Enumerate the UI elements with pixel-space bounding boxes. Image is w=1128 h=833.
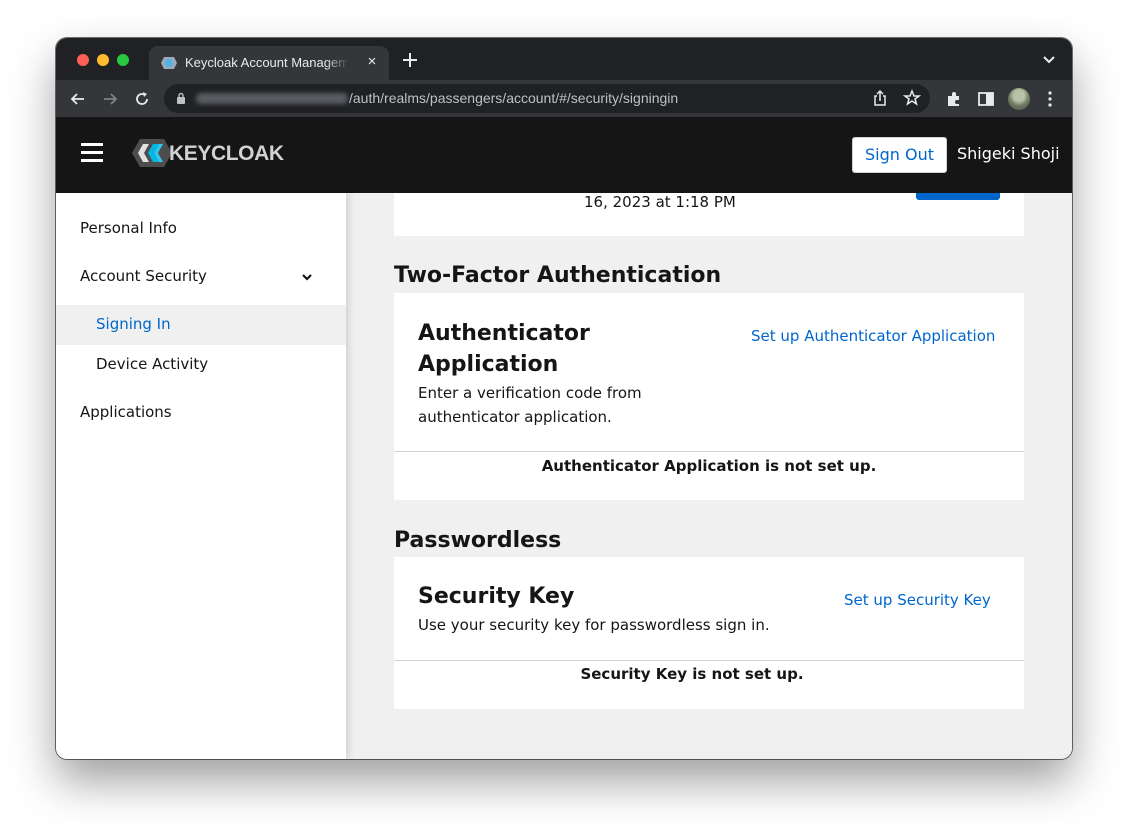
url-host-blurred: [196, 93, 348, 104]
update-password-button[interactable]: [916, 193, 1000, 200]
reload-icon[interactable]: [132, 89, 152, 109]
security-key-card: Security Key Use your security key for p…: [394, 557, 1024, 709]
share-icon[interactable]: [870, 88, 890, 108]
setup-security-key-link[interactable]: Set up Security Key: [844, 591, 991, 609]
forward-arrow-icon[interactable]: [100, 89, 120, 109]
passwordless-section-title: Passwordless: [394, 528, 562, 553]
extensions-puzzle-icon[interactable]: [944, 89, 964, 109]
authenticator-title: Authenticator Application: [418, 321, 590, 377]
password-card: 16, 2023 at 1:18 PM: [394, 193, 1024, 236]
bookmark-star-icon[interactable]: [902, 88, 922, 108]
sidebar-nav: Personal Info Account Security Signing I…: [56, 193, 346, 759]
security-key-status: Security Key is not set up.: [580, 665, 804, 683]
setup-authenticator-link[interactable]: Set up Authenticator Application: [751, 327, 995, 345]
logo-text: KEYCLOAK: [169, 142, 284, 165]
sidebar-item-applications[interactable]: Applications: [80, 403, 172, 421]
sidebar-item-account-security[interactable]: Account Security: [80, 267, 207, 285]
address-bar[interactable]: /auth/realms/passengers/account/#/securi…: [164, 84, 930, 113]
authenticator-card: Authenticator Application Enter a verifi…: [394, 293, 1024, 500]
browser-tab[interactable]: Keycloak Account Management ×: [149, 46, 389, 80]
new-tab-icon[interactable]: [401, 51, 419, 69]
sidebar-item-personal-info[interactable]: Personal Info: [80, 219, 177, 237]
tab-bar: Keycloak Account Management ×: [56, 38, 1072, 80]
lock-icon: [177, 92, 185, 104]
browser-window: Keycloak Account Management ×: [56, 38, 1072, 759]
two-factor-section-title: Two-Factor Authentication: [394, 263, 722, 288]
app-header: KEYCLOAK Sign Out Shigeki Shoji: [56, 117, 1072, 193]
main-content: 16, 2023 at 1:18 PM Two-Factor Authentic…: [346, 193, 1072, 759]
profile-avatar[interactable]: [1008, 88, 1030, 110]
back-arrow-icon[interactable]: [68, 89, 88, 109]
security-key-description: Use your security key for passwordless s…: [418, 616, 770, 634]
url-path: /auth/realms/passengers/account/#/securi…: [349, 90, 679, 106]
kebab-menu-icon[interactable]: [1040, 89, 1060, 109]
tab-close-icon[interactable]: ×: [364, 54, 380, 70]
user-name: Shigeki Shoji: [957, 144, 1060, 163]
tab-title: Keycloak Account Management: [185, 55, 347, 70]
keycloak-logo-icon: [132, 139, 172, 167]
authenticator-description: Enter a verification code from authentic…: [418, 384, 642, 426]
security-key-title: Security Key: [418, 584, 575, 609]
chevron-down-icon[interactable]: [301, 271, 313, 283]
authenticator-status: Authenticator Application is not set up.: [541, 457, 877, 475]
hamburger-menu-icon[interactable]: [81, 143, 103, 165]
sidebar-item-signing-in[interactable]: Signing In: [96, 315, 171, 333]
sign-out-button[interactable]: Sign Out: [852, 137, 947, 173]
browser-toolbar: /auth/realms/passengers/account/#/securi…: [56, 80, 1072, 117]
maximize-window-button[interactable]: [117, 54, 129, 66]
keycloak-favicon-icon: [161, 57, 177, 69]
close-window-button[interactable]: [77, 54, 89, 66]
minimize-window-button[interactable]: [97, 54, 109, 66]
side-panel-icon[interactable]: [976, 89, 996, 109]
tab-search-chevron-icon[interactable]: [1042, 55, 1056, 65]
sidebar-item-device-activity[interactable]: Device Activity: [96, 355, 208, 373]
password-updated-date: 16, 2023 at 1:18 PM: [584, 193, 736, 211]
